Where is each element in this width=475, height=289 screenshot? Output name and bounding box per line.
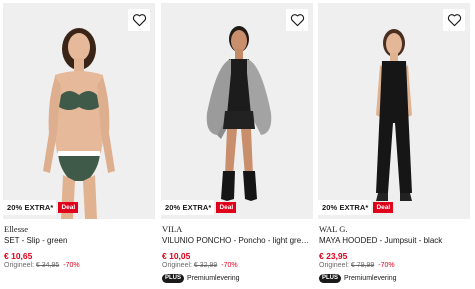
original-label: Origineel:	[162, 262, 192, 269]
product-title: SET - Slip - green	[4, 236, 68, 245]
extra-discount-badge: 20% EXTRA*	[161, 200, 215, 215]
product-image[interactable]: 20% EXTRA* Deal	[3, 3, 155, 219]
product-price: € 10,65	[4, 251, 33, 261]
plus-badge: PLUS	[319, 274, 342, 283]
product-brand: VILA	[162, 224, 183, 234]
product-brand: Ellesse	[4, 224, 29, 234]
product-price: € 10,05	[162, 251, 191, 261]
product-title: MAYA HOODED - Jumpsuit - black	[319, 236, 443, 245]
product-card[interactable]: 20% EXTRA* Deal VILA VILUNIO PONCHO - Po…	[161, 0, 313, 289]
deal-badge: Deal	[216, 202, 237, 213]
original-price: € 34,95	[35, 262, 60, 269]
extra-discount-badge: 20% EXTRA*	[318, 200, 372, 215]
promo-badges: 20% EXTRA* Deal	[161, 200, 237, 215]
original-price: € 79,99	[350, 262, 375, 269]
plus-badge: PLUS	[162, 274, 185, 283]
original-label: Origineel:	[4, 262, 34, 269]
model-photo	[318, 3, 470, 219]
plus-delivery-text: Premiumlevering	[344, 275, 397, 282]
model-photo	[161, 3, 313, 219]
original-price-line: Origineel: € 79,99 -70%	[319, 261, 470, 271]
promo-badges: 20% EXTRA* Deal	[318, 200, 394, 215]
wishlist-button[interactable]	[128, 9, 150, 31]
product-price: € 23,95	[319, 251, 348, 261]
product-brand: WAL G.	[319, 224, 348, 234]
heart-outline-icon	[132, 14, 146, 27]
deal-badge: Deal	[373, 202, 394, 213]
original-label: Origineel:	[319, 262, 349, 269]
original-price-line: Origineel: € 32,99 -70%	[162, 261, 313, 271]
heart-outline-icon	[447, 14, 461, 27]
discount-percent: -70%	[378, 262, 395, 269]
product-card[interactable]: 20% EXTRA* Deal WAL G. MAYA HOODED - Jum…	[318, 0, 470, 289]
product-title: VILUNIO PONCHO - Poncho - light grey mel…	[162, 236, 313, 245]
discount-percent: -70%	[221, 262, 238, 269]
heart-outline-icon	[290, 14, 304, 27]
deal-badge: Deal	[58, 202, 79, 213]
model-photo	[3, 3, 155, 219]
original-price-line: Origineel: € 34,95 -70%	[4, 261, 155, 271]
wishlist-button[interactable]	[286, 9, 308, 31]
original-price: € 32,99	[193, 262, 218, 269]
plus-delivery: PLUS Premiumlevering	[162, 274, 313, 283]
product-card[interactable]: 20% EXTRA* Deal Ellesse SET - Slip - gre…	[3, 0, 155, 289]
promo-badges: 20% EXTRA* Deal	[3, 200, 79, 215]
plus-delivery: PLUS Premiumlevering	[319, 274, 470, 283]
plus-delivery-text: Premiumlevering	[187, 275, 240, 282]
discount-percent: -70%	[63, 262, 80, 269]
product-image[interactable]: 20% EXTRA* Deal	[161, 3, 313, 219]
extra-discount-badge: 20% EXTRA*	[3, 200, 57, 215]
product-info[interactable]: WAL G. MAYA HOODED - Jumpsuit - black € …	[319, 224, 470, 283]
product-grid: 20% EXTRA* Deal Ellesse SET - Slip - gre…	[0, 0, 475, 289]
product-image[interactable]: 20% EXTRA* Deal	[318, 3, 470, 219]
product-info[interactable]: VILA VILUNIO PONCHO - Poncho - light gre…	[162, 224, 313, 283]
product-info[interactable]: Ellesse SET - Slip - green € 10,65 Origi…	[4, 224, 155, 271]
wishlist-button[interactable]	[443, 9, 465, 31]
